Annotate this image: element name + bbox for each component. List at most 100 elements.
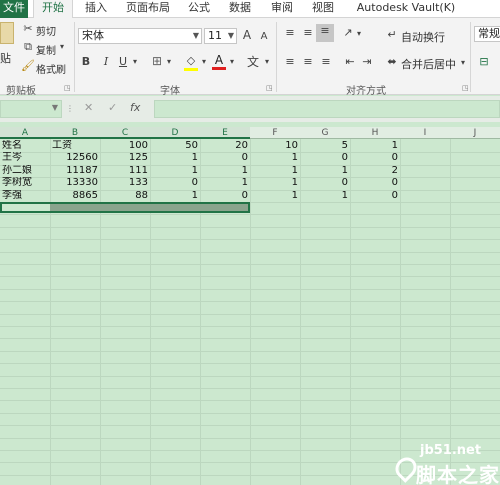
orientation-icon[interactable]: ↗ [340, 26, 356, 40]
font-size-combo[interactable]: 11 ▼ [204, 28, 237, 44]
font-name-combo[interactable]: 宋体 ▼ [78, 28, 202, 44]
chevron-down-icon[interactable]: ▾ [228, 55, 236, 69]
tab-insert[interactable]: 插入 [80, 0, 112, 18]
tab-page-layout[interactable]: 页面布局 [120, 0, 176, 18]
column-header-f[interactable]: F [250, 127, 300, 139]
cell-g1[interactable]: 5 [300, 140, 350, 152]
cell-c3[interactable]: 111 [100, 165, 150, 177]
chevron-down-icon[interactable]: ▾ [355, 27, 363, 41]
copy-button[interactable]: 复制 [36, 42, 56, 57]
cell-h1[interactable]: 1 [350, 140, 400, 152]
cell-e5[interactable]: 0 [200, 190, 250, 202]
cell-f1[interactable]: 10 [250, 140, 300, 152]
column-header-h[interactable]: H [350, 127, 400, 139]
cell-c5[interactable]: 88 [100, 190, 150, 202]
cell-e1[interactable]: 20 [200, 140, 250, 152]
cell-f4[interactable]: 1 [250, 177, 300, 189]
formula-input[interactable] [154, 100, 500, 118]
chevron-down-icon[interactable]: ▾ [165, 55, 173, 69]
number-format-combo[interactable]: 常规 [474, 26, 500, 42]
cut-button[interactable]: 剪切 [36, 23, 56, 38]
cell-b4[interactable]: 13330 [50, 177, 100, 189]
bold-button[interactable]: B [80, 55, 92, 69]
cell-d3[interactable]: 1 [150, 165, 200, 177]
paste-icon[interactable] [0, 22, 14, 44]
tab-home[interactable]: 开始 [33, 0, 73, 19]
enter-icon[interactable]: ✓ [108, 101, 117, 114]
cell-b5[interactable]: 8865 [50, 190, 100, 202]
cell-h2[interactable]: 0 [350, 152, 400, 164]
currency-icon[interactable]: ⊟ [476, 55, 492, 69]
shrink-font-button[interactable]: A [259, 30, 269, 44]
cell-b1[interactable]: 工资 [50, 140, 100, 152]
font-launcher-icon[interactable]: ◳ [266, 84, 273, 92]
tab-data[interactable]: 数据 [224, 0, 256, 18]
decrease-indent-icon[interactable]: ⇤ [342, 55, 358, 69]
cell-b2[interactable]: 12560 [50, 152, 100, 164]
format-painter-button[interactable]: 格式刷 [36, 61, 66, 76]
cell-a5[interactable]: 李强 [0, 190, 50, 202]
cell-e2[interactable]: 0 [200, 152, 250, 164]
name-box[interactable]: ▼ [0, 100, 62, 118]
alignment-launcher-icon[interactable]: ◳ [462, 84, 469, 92]
cell-f5[interactable]: 1 [250, 190, 300, 202]
column-header-j[interactable]: J [450, 127, 500, 139]
tab-formulas[interactable]: 公式 [184, 0, 214, 18]
cell-g3[interactable]: 1 [300, 165, 350, 177]
cell-h5[interactable]: 0 [350, 190, 400, 202]
align-bottom-icon[interactable]: ≡ [316, 24, 334, 42]
cell-d5[interactable]: 1 [150, 190, 200, 202]
wrap-text-icon[interactable]: ↵ [385, 28, 399, 42]
column-header-g[interactable]: G [300, 127, 350, 139]
tab-review[interactable]: 审阅 [266, 0, 298, 18]
cell-a4[interactable]: 李树宽 [0, 177, 50, 189]
cell-d4[interactable]: 0 [150, 177, 200, 189]
scissors-icon[interactable]: ✂ [21, 22, 35, 36]
align-center-icon[interactable]: ≡ [300, 55, 316, 69]
column-header-e[interactable]: E [200, 127, 250, 139]
chevron-down-icon[interactable]: ▾ [200, 55, 208, 69]
cell-h4[interactable]: 0 [350, 177, 400, 189]
selection-range[interactable] [0, 202, 250, 213]
cell-d2[interactable]: 1 [150, 152, 200, 164]
column-header-i[interactable]: I [400, 127, 450, 139]
column-header-a[interactable]: A [0, 127, 50, 139]
chevron-down-icon[interactable]: ▼ [52, 103, 58, 112]
underline-button[interactable]: U [117, 55, 129, 69]
borders-icon[interactable]: ⊞ [150, 54, 164, 68]
cell-c1[interactable]: 100 [100, 140, 150, 152]
column-header-c[interactable]: C [100, 127, 150, 139]
tab-file[interactable]: 文件 [0, 0, 28, 18]
clipboard-launcher-icon[interactable]: ◳ [64, 84, 71, 92]
merge-center-icon[interactable]: ⬌ [385, 55, 399, 69]
cell-b3[interactable]: 11187 [50, 165, 100, 177]
cell-g4[interactable]: 0 [300, 177, 350, 189]
chevron-down-icon[interactable]: ▾ [263, 55, 271, 69]
tab-autodesk-vault[interactable]: Autodesk Vault(K) [350, 0, 462, 18]
cell-a2[interactable]: 王岑 [0, 152, 50, 164]
cell-a1[interactable]: 姓名 [0, 140, 50, 152]
cell-c2[interactable]: 125 [100, 152, 150, 164]
cell-f3[interactable]: 1 [250, 165, 300, 177]
paste-button[interactable]: 贴 [0, 50, 11, 66]
tab-view[interactable]: 视图 [308, 0, 338, 18]
format-painter-icon[interactable]: 🖌 [21, 59, 35, 73]
cell-g2[interactable]: 0 [300, 152, 350, 164]
align-top-icon[interactable]: ≡ [282, 26, 298, 40]
cell-c4[interactable]: 133 [100, 177, 150, 189]
cell-f2[interactable]: 1 [250, 152, 300, 164]
cell-e3[interactable]: 1 [200, 165, 250, 177]
fill-color-icon[interactable]: ◇ [184, 54, 198, 71]
cell-h3[interactable]: 2 [350, 165, 400, 177]
font-color-icon[interactable]: A [212, 53, 226, 70]
chevron-down-icon[interactable]: ▾ [459, 56, 467, 70]
grow-font-button[interactable]: A [241, 28, 253, 42]
align-right-icon[interactable]: ≡ [318, 55, 334, 69]
wrap-text-button[interactable]: 自动换行 [401, 29, 445, 45]
copy-icon[interactable]: ⧉ [21, 40, 35, 54]
phonetic-icon[interactable]: 文 [246, 55, 260, 69]
italic-button[interactable]: I [100, 55, 112, 69]
increase-indent-icon[interactable]: ⇥ [359, 55, 375, 69]
column-header-d[interactable]: D [150, 127, 200, 139]
cell-a3[interactable]: 孙二娘 [0, 165, 50, 177]
